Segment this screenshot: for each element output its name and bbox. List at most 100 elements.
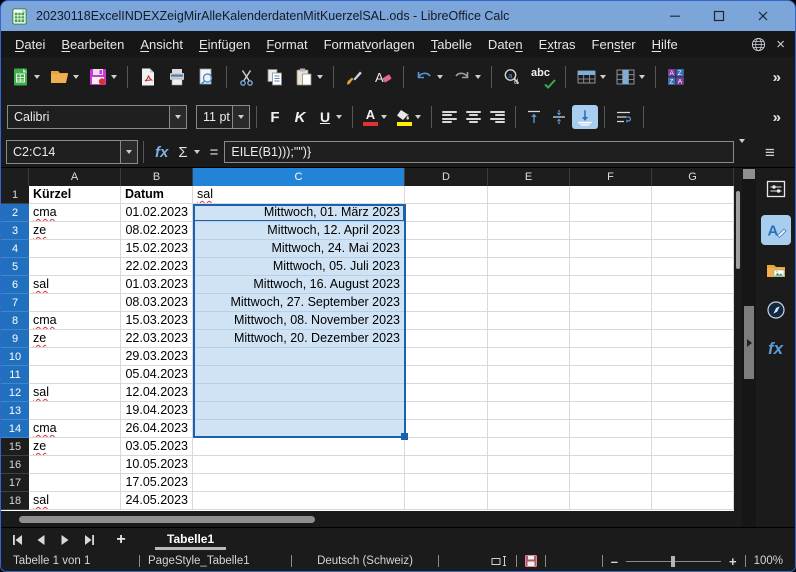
menu-item-ansicht[interactable]: Ansicht	[132, 34, 191, 55]
cell-B2[interactable]: 01.02.2023	[121, 204, 193, 222]
cell-E11[interactable]	[488, 366, 570, 384]
cell-D4[interactable]	[405, 240, 488, 258]
row-header-16[interactable]: 16	[1, 456, 29, 474]
cell-G16[interactable]	[652, 456, 734, 474]
insert-column-dropdown-arrow[interactable]	[639, 75, 645, 79]
next-sheet-button[interactable]	[55, 531, 75, 549]
cell-B6[interactable]: 01.03.2023	[121, 276, 193, 294]
cell-C11[interactable]	[193, 366, 405, 384]
menu-item-daten[interactable]: Daten	[480, 34, 531, 55]
align-bottom-button[interactable]	[572, 105, 598, 129]
cell-C8[interactable]: Mittwoch, 08. November 2023	[193, 312, 405, 330]
row-header-15[interactable]: 15	[1, 438, 29, 456]
cell-F5[interactable]	[570, 258, 652, 276]
menu-item-format[interactable]: Format	[258, 34, 315, 55]
row-header-8[interactable]: 8	[1, 312, 29, 330]
cell-E8[interactable]	[488, 312, 570, 330]
cell-A10[interactable]	[29, 348, 121, 366]
cell-E10[interactable]	[488, 348, 570, 366]
cell-A18[interactable]: sal	[29, 492, 121, 510]
cell-C1[interactable]: sal	[193, 186, 405, 204]
cell-F8[interactable]	[570, 312, 652, 330]
cell-A6[interactable]: sal	[29, 276, 121, 294]
zoom-level[interactable]: 100%	[754, 555, 783, 567]
cell-E17[interactable]	[488, 474, 570, 492]
language-globe-icon[interactable]	[751, 37, 766, 52]
open-button[interactable]	[45, 64, 83, 90]
cell-B14[interactable]: 26.04.2023	[121, 420, 193, 438]
cell-D5[interactable]	[405, 258, 488, 276]
sort-button[interactable]: AZZA	[662, 64, 690, 90]
highlight-color-button[interactable]	[392, 106, 425, 129]
cell-G3[interactable]	[652, 222, 734, 240]
font-name-combo[interactable]: Calibri	[7, 105, 187, 129]
function-wizard-icon[interactable]: fx	[149, 144, 174, 161]
cell-B12[interactable]: 12.04.2023	[121, 384, 193, 402]
maximize-button[interactable]	[697, 1, 741, 31]
row-header-11[interactable]: 11	[1, 366, 29, 384]
save-button[interactable]	[84, 64, 121, 90]
export-pdf-button[interactable]	[134, 64, 162, 90]
cell-C16[interactable]	[193, 456, 405, 474]
cell-B9[interactable]: 22.03.2023	[121, 330, 193, 348]
cell-B15[interactable]: 03.05.2023	[121, 438, 193, 456]
select-function-icon[interactable]: Σ	[174, 144, 189, 161]
cell-F12[interactable]	[570, 384, 652, 402]
cell-A8[interactable]: cma	[29, 312, 121, 330]
cell-C12[interactable]	[193, 384, 405, 402]
cell-A14[interactable]: cma	[29, 420, 121, 438]
cell-A16[interactable]	[29, 456, 121, 474]
vertical-scrollbar-thumb[interactable]	[736, 191, 740, 269]
cell-D16[interactable]	[405, 456, 488, 474]
spelling-button[interactable]: abc	[527, 64, 559, 90]
add-sheet-button[interactable]: +	[109, 531, 133, 549]
cell-B3[interactable]: 08.02.2023	[121, 222, 193, 240]
row-header-3[interactable]: 3	[1, 222, 29, 240]
underline-button[interactable]: U	[313, 106, 346, 128]
cell-F17[interactable]	[570, 474, 652, 492]
cell-G14[interactable]	[652, 420, 734, 438]
font-color-button[interactable]: A	[359, 106, 391, 129]
name-box[interactable]: C2:C14	[6, 140, 138, 164]
cell-G5[interactable]	[652, 258, 734, 276]
wrap-text-button[interactable]	[611, 107, 637, 128]
cell-B7[interactable]: 08.03.2023	[121, 294, 193, 312]
cell-G13[interactable]	[652, 402, 734, 420]
zoom-in-button[interactable]: +	[729, 554, 737, 569]
column-header-E[interactable]: E	[488, 168, 570, 186]
row-header-9[interactable]: 9	[1, 330, 29, 348]
cell-B11[interactable]: 05.04.2023	[121, 366, 193, 384]
insert-row-button[interactable]	[572, 64, 610, 90]
cell-F18[interactable]	[570, 492, 652, 510]
cell-E18[interactable]	[488, 492, 570, 510]
cell-G15[interactable]	[652, 438, 734, 456]
language-status[interactable]: Deutsch (Schweiz)	[300, 555, 430, 567]
menu-item-tabelle[interactable]: Tabelle	[423, 34, 480, 55]
row-header-14[interactable]: 14	[1, 420, 29, 438]
copy-button[interactable]	[261, 64, 289, 90]
select-function-dropdown-arrow[interactable]	[194, 150, 200, 154]
cell-A5[interactable]	[29, 258, 121, 276]
sheet-tab-tabelle1[interactable]: Tabelle1	[155, 530, 226, 550]
cell-C7[interactable]: Mittwoch, 27. September 2023	[193, 294, 405, 312]
cell-E1[interactable]	[488, 186, 570, 204]
clone-formatting-button[interactable]	[340, 64, 368, 90]
redo-button[interactable]	[448, 64, 485, 90]
cell-E15[interactable]	[488, 438, 570, 456]
cell-B8[interactable]: 15.03.2023	[121, 312, 193, 330]
cell-E13[interactable]	[488, 402, 570, 420]
cell-F7[interactable]	[570, 294, 652, 312]
cell-B17[interactable]: 17.05.2023	[121, 474, 193, 492]
horizontal-scrollbar-thumb[interactable]	[19, 516, 315, 523]
cell-F10[interactable]	[570, 348, 652, 366]
toolbar-overflow-icon[interactable]: »	[765, 69, 789, 86]
cell-F6[interactable]	[570, 276, 652, 294]
row-header-12[interactable]: 12	[1, 384, 29, 402]
cell-D13[interactable]	[405, 402, 488, 420]
cell-F13[interactable]	[570, 402, 652, 420]
font-color-dropdown-arrow[interactable]	[381, 115, 387, 119]
italic-button[interactable]: K	[288, 106, 312, 129]
cell-D8[interactable]	[405, 312, 488, 330]
minimize-button[interactable]	[653, 1, 697, 31]
row-header-5[interactable]: 5	[1, 258, 29, 276]
